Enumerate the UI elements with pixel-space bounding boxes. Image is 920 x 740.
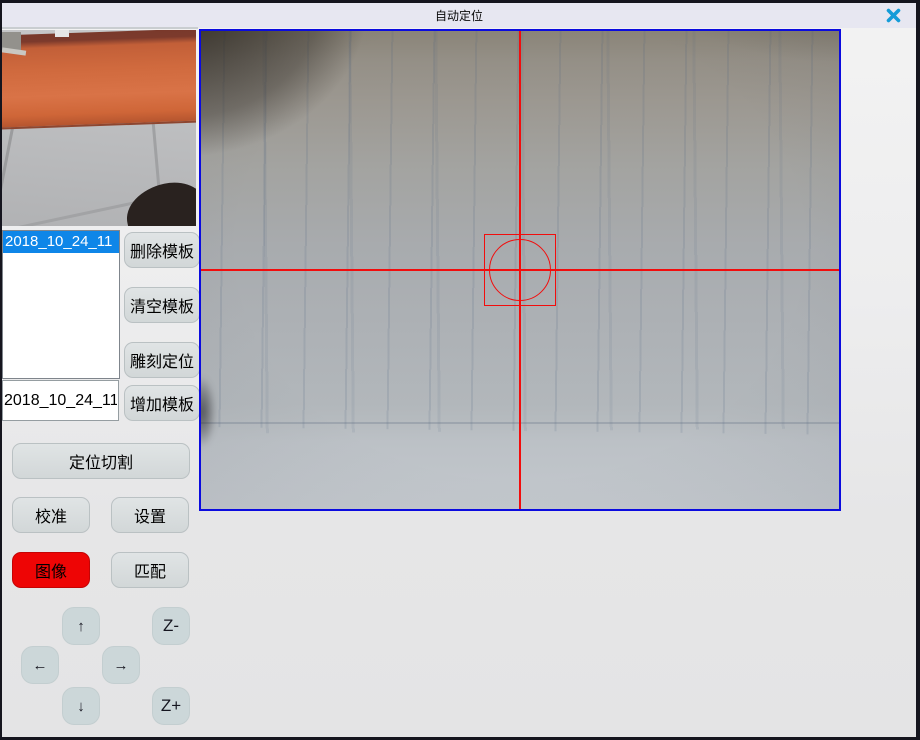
jog-z-plus-button[interactable]: Z+ [152,687,190,725]
titlebar: 自动定位 [2,3,916,28]
jog-z-minus-button[interactable]: Z- [152,607,190,645]
positioning-cut-button[interactable]: 定位切割 [12,443,190,479]
camera-view[interactable] [199,29,841,511]
settings-button[interactable]: 设置 [111,497,189,533]
thumbnail-orange-board [2,30,196,130]
titlebar-separator [2,27,198,29]
window-title: 自动定位 [2,7,916,24]
close-button[interactable] [880,5,906,26]
jog-up-button[interactable]: ↑ [62,607,100,645]
template-thumbnail [2,30,196,226]
jog-left-button[interactable]: ← [21,646,59,684]
engrave-positioning-button[interactable]: 雕刻定位 [124,342,200,378]
target-circle [489,239,551,301]
auto-positioning-window: 自动定位 2018_10_24_11 删除模板 清空模板 雕刻定位 增加模板 定… [0,0,920,740]
calibrate-button[interactable]: 校准 [12,497,90,533]
jog-right-button[interactable]: → [102,646,140,684]
template-name-input[interactable] [2,380,119,421]
jog-down-button[interactable]: ↓ [62,687,100,725]
image-button[interactable]: 图像 [12,552,90,588]
delete-template-button[interactable]: 删除模板 [124,232,200,268]
add-template-button[interactable]: 增加模板 [124,385,200,421]
match-button[interactable]: 匹配 [111,552,189,588]
template-list-item[interactable]: 2018_10_24_11 [3,231,119,253]
thumbnail-highlight [55,30,69,37]
clear-templates-button[interactable]: 清空模板 [124,287,200,323]
template-list[interactable]: 2018_10_24_11 [2,230,120,379]
close-icon [886,8,901,23]
